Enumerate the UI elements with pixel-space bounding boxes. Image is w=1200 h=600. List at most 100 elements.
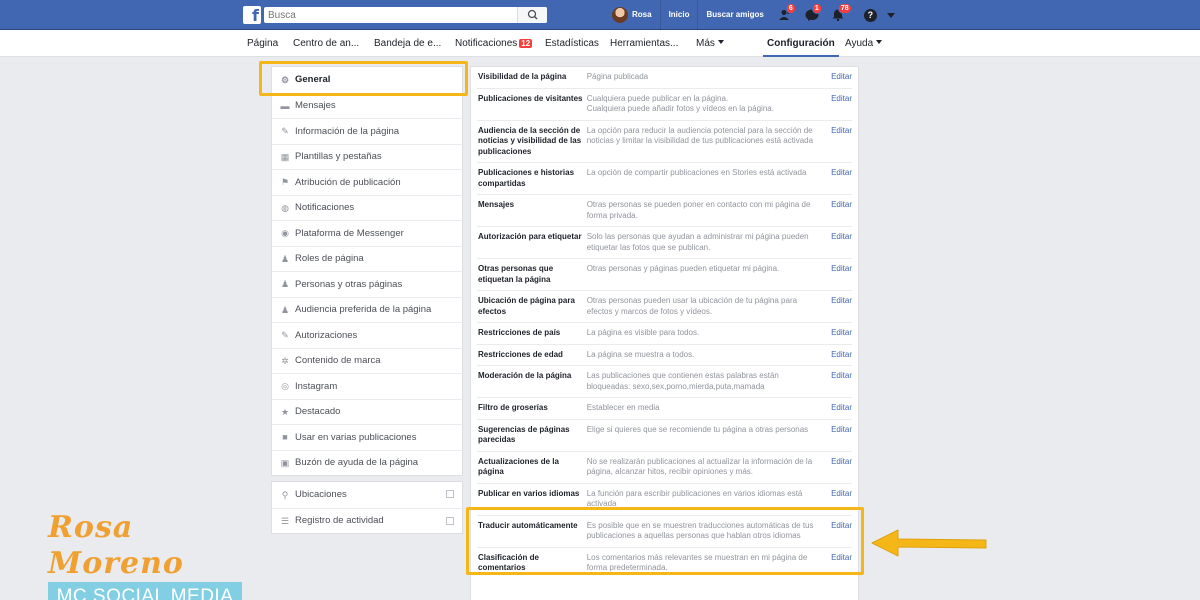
sidebar-item-label: Información de la página	[295, 125, 400, 137]
plataforma-de-messenger-icon: ◉	[281, 228, 289, 239]
sidebar-item-atribucion-de-publicacion[interactable]: ⚑ Atribución de publicación	[272, 169, 462, 195]
setting-description: Otras personas y páginas pueden etiqueta…	[586, 264, 780, 273]
setting-description: La página es visible para todos.	[586, 328, 700, 337]
top-navigation-bar: f Rosa Inicio Buscar amigos 6 1 78 ?	[0, 0, 1200, 30]
profile-link[interactable]: Rosa	[632, 0, 660, 30]
sidebar-item-destacado[interactable]: ★ Destacado	[272, 398, 462, 425]
setting-row-moderacion-de-la-pagina: Moderación de la página Las publicaciones…	[477, 365, 852, 397]
sidebar-item-ubicaciones[interactable]: ⚲ Ubicaciones	[272, 482, 462, 508]
usar-en-varias-publicaciones-icon: ■	[282, 432, 288, 443]
sidebar-item-label: Plantillas y pestañas	[295, 151, 382, 163]
annotation-arrow-icon	[871, 529, 987, 557]
find-friends-link[interactable]: Buscar amigos	[697, 0, 771, 30]
sidebar-item-registro-de-actividad[interactable]: ☰ Registro de actividad	[272, 507, 462, 534]
edit-link[interactable]: Editar	[822, 323, 852, 344]
sidebar-item-plataforma-de-messenger[interactable]: ◉ Plataforma de Messenger	[272, 220, 462, 246]
edit-link[interactable]: Editar	[822, 195, 852, 226]
sidebar-item-label: Destacado	[295, 406, 341, 418]
sidebar-item-contenido-de-marca[interactable]: ✲ Contenido de marca	[272, 347, 462, 374]
audiencia-preferida-de-la-pagina-icon: ♟	[280, 304, 290, 315]
setting-description: Otras personas pueden usar la ubicación …	[586, 296, 798, 316]
instagram-icon: ◎	[281, 381, 289, 392]
sidebar-item-informacion-de-la-pagina[interactable]: ✎ Información de la página	[272, 118, 462, 144]
setting-label: Sugerencias de páginas parecidas	[478, 424, 570, 445]
sidebar-item-autorizaciones[interactable]: ✎ Autorizaciones	[272, 322, 462, 348]
setting-description: La opción para reducir la audiencia pote…	[586, 125, 814, 146]
setting-label: Publicaciones de visitantes	[478, 93, 583, 103]
tab-herramientas[interactable]: Herramientas...	[610, 30, 678, 57]
account-menu-chevron-down-icon[interactable]	[886, 12, 895, 18]
sidebar-item-label: Usar en varias publicaciones	[295, 431, 417, 443]
sidebar-item-label: Personas y otras páginas	[295, 278, 403, 290]
setting-description: Establecer en media	[586, 403, 660, 412]
tab-mas[interactable]: Más	[696, 30, 724, 57]
informacion-de-la-pagina-icon: ✎	[281, 126, 289, 137]
sidebar-item-audiencia-preferida-de-la-pagina[interactable]: ♟ Audiencia preferida de la página	[272, 296, 462, 323]
sidebar-item-roles-de-pagina[interactable]: ♟ Roles de página	[272, 245, 462, 272]
tab-configuracion[interactable]: Configuración	[763, 30, 839, 57]
search-button[interactable]	[517, 7, 547, 23]
brand-subtitle: MC SOCIAL MEDIA	[48, 582, 242, 600]
search-box	[264, 7, 547, 24]
facebook-logo-icon[interactable]: f	[243, 6, 261, 24]
edit-link[interactable]: Editar	[822, 398, 852, 419]
setting-description: La opción de compartir publicaciones en …	[586, 168, 807, 177]
setting-description: Elige si quieres que se recomiende tu pá…	[586, 424, 809, 434]
tab-ayuda[interactable]: Ayuda	[845, 30, 883, 57]
setting-row-publicaciones-de-visitantes: Publicaciones de visitantes Cualquiera pu…	[477, 87, 852, 120]
edit-link[interactable]: Editar	[822, 67, 852, 88]
edit-link[interactable]: Editar	[822, 163, 852, 194]
sidebar-item-notificaciones[interactable]: ◍ Notificaciones	[272, 194, 462, 221]
search-input[interactable]	[264, 7, 514, 24]
tab-bandeja-entrada[interactable]: Bandeja de e...	[374, 30, 441, 57]
sidebar-item-label: Mensajes	[295, 100, 336, 112]
setting-row-sugerencias-de-paginas-parecidas: Sugerencias de páginas parecidas Elige si…	[477, 418, 852, 451]
edit-link[interactable]: Editar	[822, 366, 852, 397]
edit-link[interactable]: Editar	[822, 121, 852, 163]
setting-label: Filtro de groserías	[478, 403, 548, 412]
tab-ayuda-label: Ayuda	[845, 38, 874, 49]
brand-name: Rosa Moreno	[48, 510, 184, 581]
messages-button[interactable]: 1	[800, 0, 824, 30]
sidebar-item-label: Atribución de publicación	[295, 176, 401, 188]
edit-link[interactable]: Editar	[822, 89, 852, 120]
sidebar-item-instagram[interactable]: ◎ Instagram	[272, 373, 462, 399]
edit-link[interactable]: Editar	[822, 291, 852, 322]
language-settings-highlight-box	[466, 507, 864, 575]
tab-notificaciones[interactable]: Notificaciones 12	[455, 30, 533, 57]
edit-link[interactable]: Editar	[822, 452, 852, 483]
sidebar-item-usar-en-varias-publicaciones[interactable]: ■ Usar en varias publicaciones	[272, 424, 462, 450]
brand-logo: Rosa Moreno MC SOCIAL MEDIA	[48, 510, 242, 600]
notifications-button[interactable]: 78	[826, 0, 852, 30]
home-link[interactable]: Inicio	[659, 0, 698, 30]
sidebar-item-buzon-de-ayuda-de-la-pagina[interactable]: ▣ Buzón de ayuda de la página	[272, 449, 462, 476]
edit-link[interactable]: Editar	[822, 420, 852, 451]
setting-description: La página se muestra a todos.	[586, 349, 695, 359]
sidebar-item-label: Audiencia preferida de la página	[295, 304, 432, 316]
setting-row-restricciones-de-pais: Restricciones de país La página es visibl…	[477, 322, 852, 344]
avatar[interactable]	[612, 7, 628, 23]
open-external-icon	[446, 490, 454, 498]
friend-requests-button[interactable]: 6	[774, 0, 798, 30]
sidebar-item-mensajes[interactable]: ▬ Mensajes	[272, 92, 462, 119]
edit-link[interactable]: Editar	[822, 227, 852, 258]
sidebar-item-label: Notificaciones	[295, 202, 355, 214]
tab-estadisticas[interactable]: Estadísticas	[545, 30, 599, 57]
autorizaciones-icon: ✎	[281, 330, 289, 341]
buzon-de-ayuda-de-la-pagina-icon: ▣	[280, 457, 290, 468]
setting-label: Restricciones de país	[478, 328, 561, 337]
setting-row-otras-personas-que-etiquetan-la-pagina: Otras personas que etiquetan la página Ot…	[477, 258, 852, 290]
edit-link[interactable]: Editar	[822, 259, 852, 290]
tab-notificaciones-badge: 12	[519, 39, 533, 48]
sidebar-item-plantillas-y-pestanas[interactable]: ▦ Plantillas y pestañas	[272, 143, 462, 170]
sidebar-item-personas-y-otras-paginas[interactable]: ♟ Personas y otras páginas	[272, 271, 462, 297]
edit-link[interactable]: Editar	[822, 345, 852, 366]
setting-label: Actualizaciones de la página	[478, 456, 559, 477]
sidebar-item-label: Registro de actividad	[295, 515, 384, 527]
help-icon[interactable]: ?	[863, 8, 877, 22]
sidebar-item-label: Ubicaciones	[295, 489, 347, 501]
personas-y-otras-paginas-icon: ♟	[280, 279, 290, 290]
open-external-icon	[446, 516, 454, 525]
tab-pagina[interactable]: Página	[247, 30, 278, 57]
tab-centro-anuncios[interactable]: Centro de an...	[293, 30, 359, 57]
